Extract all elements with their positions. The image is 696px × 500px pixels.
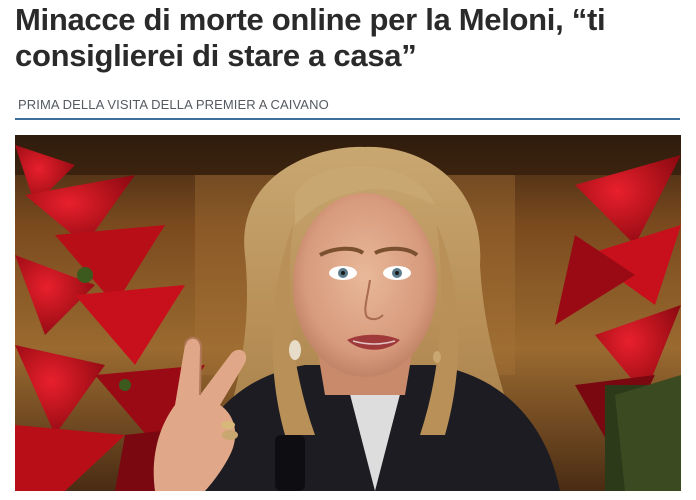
photo-illustration: [15, 135, 681, 491]
article-photo[interactable]: [15, 135, 681, 491]
article: Minacce di morte online per la Meloni, “…: [0, 0, 696, 500]
kicker-underline: [15, 118, 680, 120]
article-headline[interactable]: Minacce di morte online per la Meloni, “…: [15, 2, 675, 74]
article-kicker: PRIMA DELLA VISITA DELLA PREMIER A CAIVA…: [18, 97, 329, 112]
